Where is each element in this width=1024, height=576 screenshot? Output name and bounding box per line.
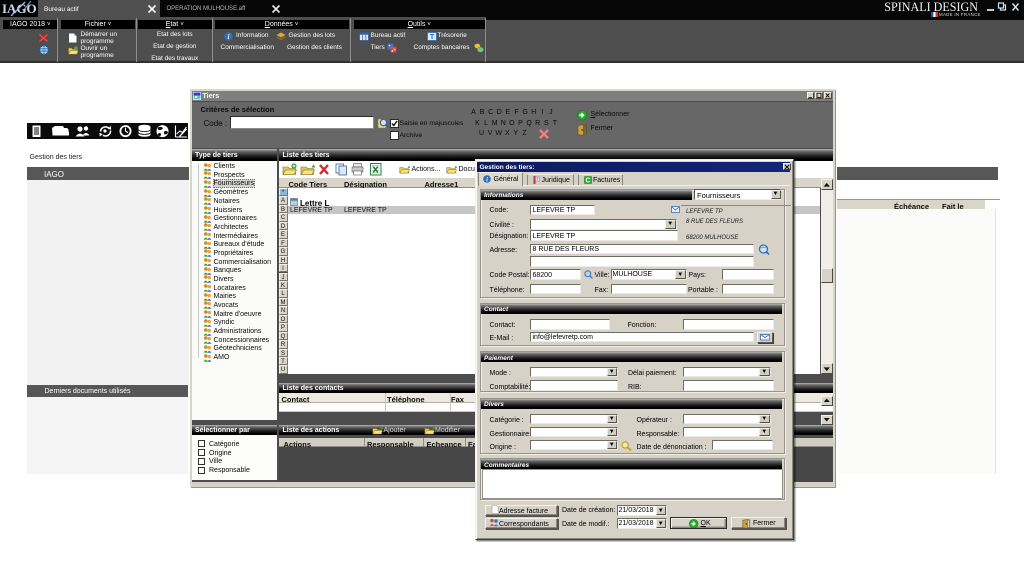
svg-text:T: T bbox=[429, 32, 434, 41]
svg-text:i: i bbox=[227, 33, 229, 41]
svg-text:C: C bbox=[585, 178, 590, 184]
svg-text:i: i bbox=[486, 177, 488, 184]
